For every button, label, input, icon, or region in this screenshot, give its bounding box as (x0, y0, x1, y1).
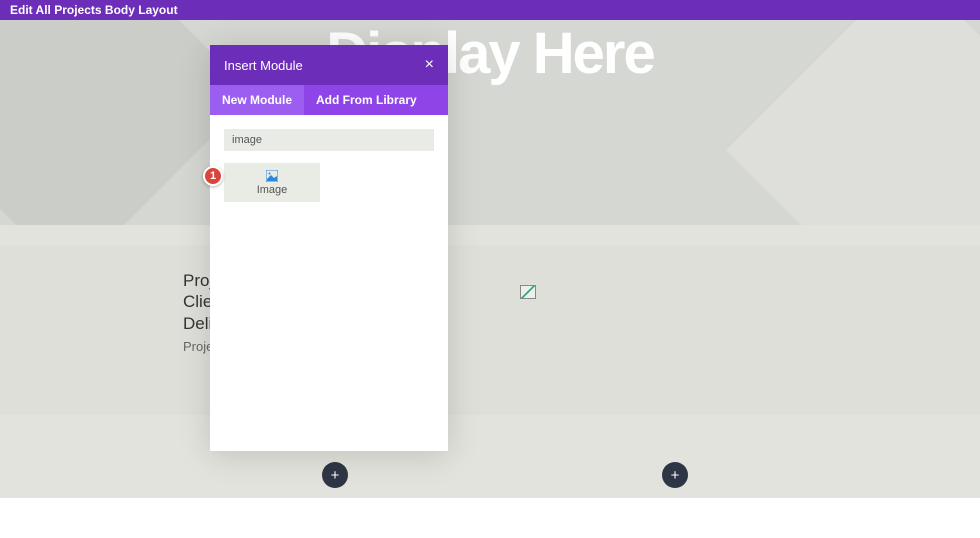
plus-icon: + (331, 467, 340, 484)
close-icon[interactable]: × (425, 57, 434, 73)
module-item-label: Image (228, 184, 316, 196)
plus-icon: + (671, 467, 680, 484)
module-search-input[interactable] (224, 129, 434, 151)
editor-topbar: Edit All Projects Body Layout (0, 0, 980, 20)
broken-image-icon (520, 285, 536, 299)
modal-tabs: New Module Add From Library (210, 85, 448, 115)
insert-module-modal: Insert Module × New Module Add From Libr… (210, 45, 448, 451)
module-item-image[interactable]: Image (224, 163, 320, 202)
badge-number: 1 (210, 170, 216, 182)
modal-body: Image (210, 115, 448, 451)
topbar-title: Edit All Projects Body Layout (10, 3, 178, 17)
image-module-icon (266, 169, 278, 181)
page-background: Display Here Proje Clien Deliv Projec + … (0, 20, 980, 538)
add-section-button-right[interactable]: + (662, 462, 688, 488)
module-grid: Image (224, 163, 434, 202)
tab-new-module[interactable]: New Module (210, 85, 304, 115)
annotation-badge-1: 1 (203, 166, 223, 186)
modal-title: Insert Module (224, 58, 303, 73)
content-midband (0, 245, 980, 415)
modal-header: Insert Module × (210, 45, 448, 85)
bottom-strip (0, 498, 980, 538)
add-section-button-left[interactable]: + (322, 462, 348, 488)
tab-add-from-library[interactable]: Add From Library (304, 85, 429, 115)
